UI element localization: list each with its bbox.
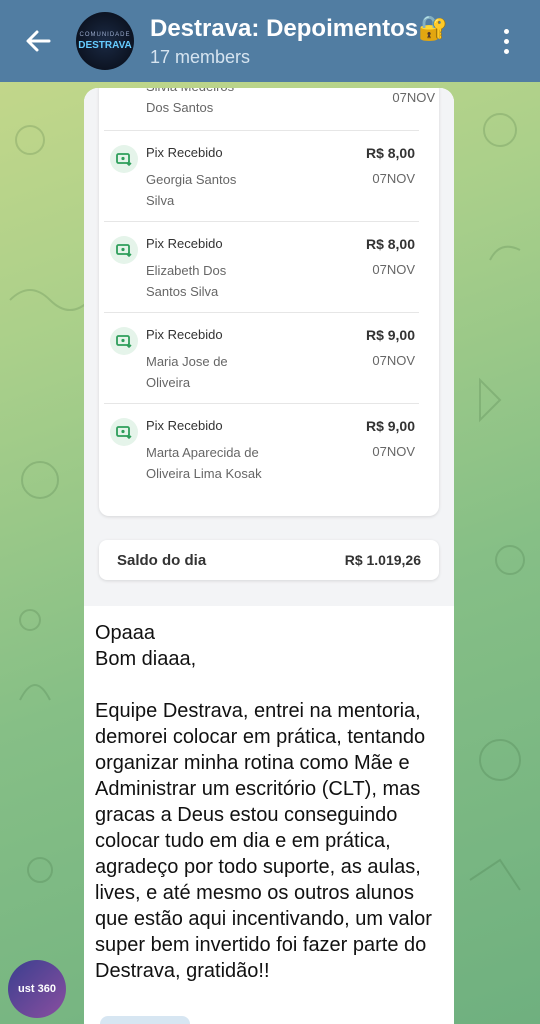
- transaction-amount: R$ 8,00: [365, 145, 415, 161]
- partial-transaction-name: Silvia Medeiros Dos Santos: [146, 88, 234, 115]
- transaction-row: Pix Recebido Elizabeth Dos Santos Silva …: [104, 221, 419, 311]
- pix-received-icon: [110, 236, 138, 264]
- transaction-type: Pix Recebido: [146, 327, 223, 342]
- chat-header: COMUNIDADE DESTRAVA Destrava: Depoimento…: [0, 0, 540, 82]
- pix-received-icon: [110, 327, 138, 355]
- transaction-type: Pix Recebido: [146, 418, 223, 433]
- chat-title-area[interactable]: Destrava: Depoimentos🔐 17 members: [150, 14, 486, 68]
- transaction-amount: R$ 9,00: [365, 327, 415, 343]
- transaction-date: 07NOV: [372, 444, 415, 459]
- message-bubble: Silvia Medeiros Dos Santos 07NOV Pix Rec…: [84, 88, 454, 1024]
- transaction-amount: R$ 8,00: [365, 236, 415, 252]
- chat-title: Destrava: Depoimentos🔐: [150, 15, 448, 42]
- arrow-left-icon: [26, 30, 51, 52]
- transaction-type: Pix Recebido: [146, 236, 223, 251]
- pix-received-icon: [110, 418, 138, 446]
- transaction-date: 07NOV: [372, 353, 415, 368]
- pix-received-icon: [110, 145, 138, 173]
- transaction-name: Maria Jose de Oliveira: [146, 354, 228, 390]
- transaction-amount: R$ 9,00: [365, 418, 415, 434]
- sender-avatar-text: ust 360: [18, 983, 56, 995]
- transaction-row: Pix Recebido Marta Aparecida de Oliveira…: [104, 403, 419, 515]
- transaction-name: Marta Aparecida de Oliveira Lima Kosak: [146, 445, 262, 481]
- reaction-bar[interactable]: [100, 1016, 190, 1024]
- transaction-name: Elizabeth Dos Santos Silva: [146, 263, 227, 299]
- transaction-date: 07NOV: [372, 262, 415, 277]
- partial-transaction-date: 07NOV: [392, 90, 435, 105]
- member-count: 17 members: [150, 47, 251, 67]
- sender-avatar[interactable]: ust 360: [8, 960, 66, 1018]
- group-avatar[interactable]: COMUNIDADE DESTRAVA: [76, 12, 134, 70]
- daily-balance-value: R$ 1.019,26: [344, 552, 421, 568]
- group-avatar-text-large: DESTRAVA: [78, 39, 132, 51]
- daily-balance: Saldo do dia R$ 1.019,26: [99, 540, 439, 580]
- more-options-icon[interactable]: [486, 0, 526, 82]
- daily-balance-label: Saldo do dia: [117, 551, 207, 569]
- transaction-date: 07NOV: [372, 171, 415, 186]
- back-button[interactable]: [0, 0, 76, 82]
- attached-image[interactable]: Silvia Medeiros Dos Santos 07NOV Pix Rec…: [84, 88, 454, 606]
- transaction-name: Georgia Santos Silva: [146, 172, 237, 208]
- message-text: Opaaa Bom diaaa, Equipe Destrava, entrei…: [95, 622, 432, 982]
- transaction-row: Pix Recebido Maria Jose de Oliveira R$ 9…: [104, 312, 419, 402]
- group-avatar-text-small: COMUNIDADE: [79, 31, 131, 38]
- transaction-row: Pix Recebido Georgia Santos Silva R$ 8,0…: [104, 130, 419, 220]
- transaction-type: Pix Recebido: [146, 145, 223, 160]
